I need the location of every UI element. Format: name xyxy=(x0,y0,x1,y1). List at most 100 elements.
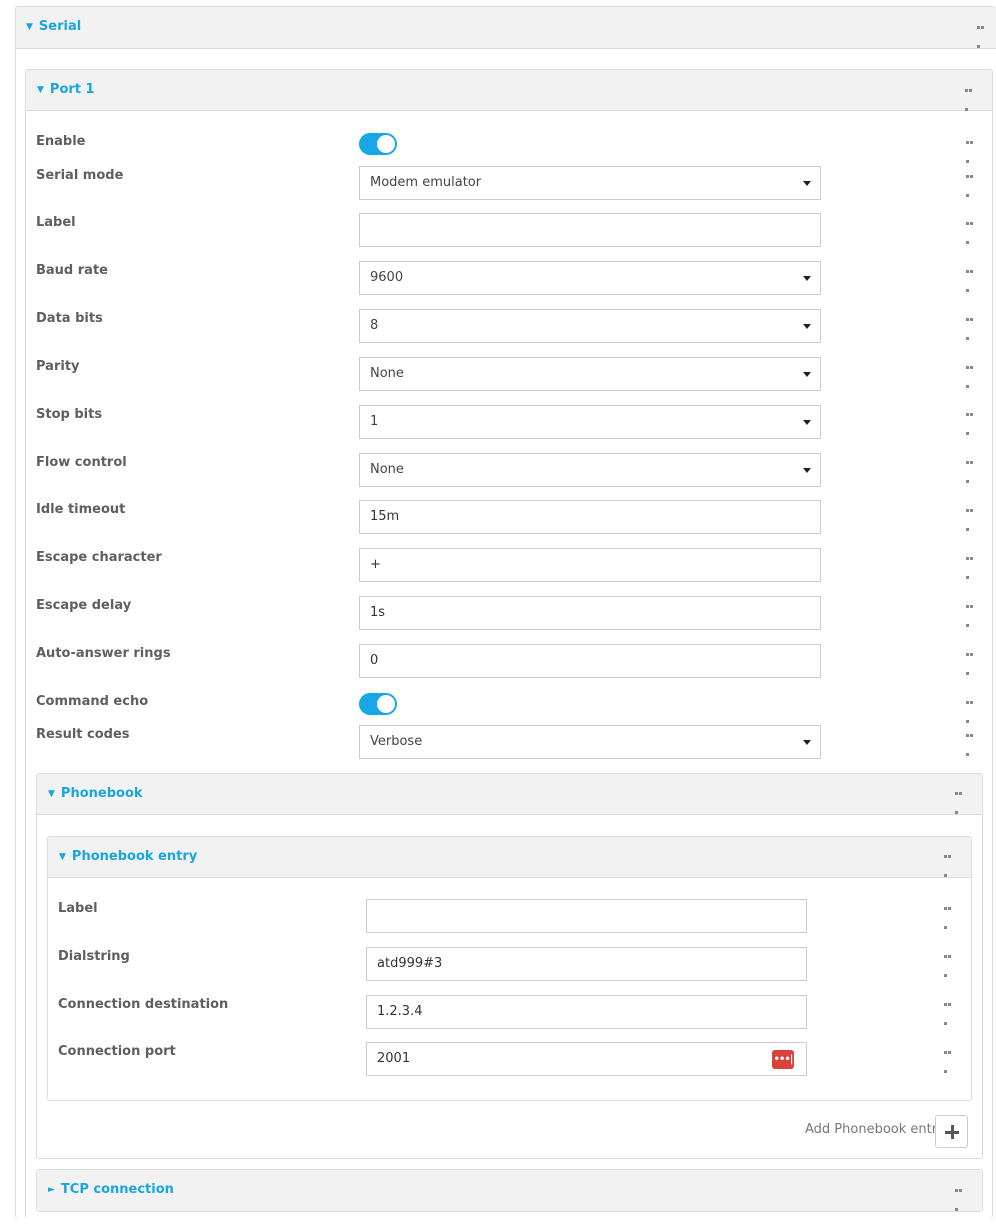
more-options-icon[interactable] xyxy=(966,318,977,340)
more-options-icon[interactable] xyxy=(944,1051,955,1073)
baud-rate-label: Baud rate xyxy=(36,263,108,278)
phonebook-header[interactable]: ▼ Phonebook xyxy=(37,774,982,815)
more-options-icon[interactable] xyxy=(966,701,977,723)
chevron-down-icon xyxy=(803,276,811,281)
escape-delay-value: 1s xyxy=(370,605,386,620)
baud-rate-value: 9600 xyxy=(370,270,404,285)
chevron-down-icon xyxy=(803,181,811,186)
expand-triangle-icon: ▼ xyxy=(48,789,55,799)
escape-character-value: + xyxy=(370,557,381,572)
dialstring-value: atd999#3 xyxy=(377,956,443,971)
entry-label-label: Label xyxy=(58,901,98,916)
dialstring-label: Dialstring xyxy=(58,949,130,964)
stop-bits-label: Stop bits xyxy=(36,407,103,422)
command-echo-toggle[interactable] xyxy=(359,693,397,715)
more-options-icon[interactable] xyxy=(965,89,976,111)
expand-triangle-icon: ▼ xyxy=(59,852,66,862)
stop-bits-value: 1 xyxy=(370,414,379,429)
more-options-icon[interactable] xyxy=(966,366,977,388)
serial-title[interactable]: ▼ Serial xyxy=(26,19,81,34)
more-options-icon[interactable] xyxy=(944,855,955,877)
chevron-down-icon xyxy=(803,420,811,425)
serial-mode-select[interactable]: Modem emulator xyxy=(359,166,821,200)
more-options-icon[interactable] xyxy=(966,734,977,756)
connection-destination-value: 1.2.3.4 xyxy=(377,1004,423,1019)
enable-toggle[interactable] xyxy=(359,133,397,155)
flow-control-label: Flow control xyxy=(36,455,127,470)
password-manager-icon[interactable]: •••| xyxy=(772,1050,794,1069)
plus-icon-vertical xyxy=(951,1125,954,1139)
expand-triangle-icon: ▼ xyxy=(37,85,44,95)
parity-label: Parity xyxy=(36,359,80,374)
escape-delay-label: Escape delay xyxy=(36,598,132,613)
command-echo-label: Command echo xyxy=(36,694,149,709)
expand-triangle-icon: ► xyxy=(48,1185,55,1195)
data-bits-select[interactable]: 8 xyxy=(359,309,821,343)
more-options-icon[interactable] xyxy=(966,653,977,675)
entry-label-input[interactable] xyxy=(366,899,807,933)
baud-rate-select[interactable]: 9600 xyxy=(359,261,821,295)
label-input[interactable] xyxy=(359,213,821,247)
more-options-icon[interactable] xyxy=(966,270,977,292)
chevron-down-icon xyxy=(803,468,811,473)
enable-label: Enable xyxy=(36,134,86,149)
result-codes-value: Verbose xyxy=(370,734,423,749)
escape-character-input[interactable]: + xyxy=(359,548,821,582)
connection-port-value: 2001 xyxy=(377,1051,411,1066)
serial-mode-label: Serial mode xyxy=(36,168,124,183)
more-options-icon[interactable] xyxy=(966,413,977,435)
add-phonebook-entry-button[interactable] xyxy=(935,1115,968,1148)
parity-select[interactable]: None xyxy=(359,357,821,391)
more-options-icon[interactable] xyxy=(966,461,977,483)
more-options-icon[interactable] xyxy=(966,222,977,244)
port-title[interactable]: ▼ Port 1 xyxy=(37,82,95,97)
more-options-icon[interactable] xyxy=(955,1189,966,1211)
more-options-icon[interactable] xyxy=(966,509,977,531)
serial-mode-value: Modem emulator xyxy=(370,175,482,190)
phonebook-entry-title[interactable]: ▼ Phonebook entry xyxy=(59,849,197,864)
stop-bits-select[interactable]: 1 xyxy=(359,405,821,439)
more-options-icon[interactable] xyxy=(944,907,955,929)
connection-destination-label: Connection destination xyxy=(58,997,229,1012)
result-codes-select[interactable]: Verbose xyxy=(359,725,821,759)
dialstring-input[interactable]: atd999#3 xyxy=(366,947,807,981)
idle-timeout-value: 15m xyxy=(370,509,400,524)
more-options-icon[interactable] xyxy=(966,557,977,579)
more-options-icon[interactable] xyxy=(977,26,988,48)
add-phonebook-entry-label: Add Phonebook entry xyxy=(805,1122,945,1137)
auto-answer-rings-label: Auto-answer rings xyxy=(36,646,171,661)
data-bits-value: 8 xyxy=(370,318,379,333)
flow-control-select[interactable]: None xyxy=(359,453,821,487)
connection-destination-input[interactable]: 1.2.3.4 xyxy=(366,995,807,1029)
more-options-icon[interactable] xyxy=(966,175,977,197)
connection-port-input[interactable]: 2001 •••| xyxy=(366,1042,807,1076)
idle-timeout-label: Idle timeout xyxy=(36,502,126,517)
toggle-knob xyxy=(377,135,395,153)
more-options-icon[interactable] xyxy=(944,1003,955,1025)
tcp-connection-header[interactable]: ► TCP connection xyxy=(37,1170,982,1211)
auto-answer-rings-value: 0 xyxy=(370,653,379,668)
chevron-down-icon xyxy=(803,372,811,377)
more-options-icon[interactable] xyxy=(955,792,966,814)
data-bits-label: Data bits xyxy=(36,311,103,326)
idle-timeout-input[interactable]: 15m xyxy=(359,500,821,534)
flow-control-value: None xyxy=(370,462,404,477)
phonebook-title[interactable]: ▼ Phonebook xyxy=(48,786,143,801)
expand-triangle-icon: ▼ xyxy=(26,22,33,32)
serial-header[interactable]: ▼ Serial xyxy=(16,7,996,49)
result-codes-label: Result codes xyxy=(36,727,130,742)
port-header[interactable]: ▼ Port 1 xyxy=(26,70,992,111)
auto-answer-rings-input[interactable]: 0 xyxy=(359,644,821,678)
chevron-down-icon xyxy=(803,324,811,329)
more-options-icon[interactable] xyxy=(966,141,977,163)
tcp-connection-title[interactable]: ► TCP connection xyxy=(48,1182,174,1197)
escape-delay-input[interactable]: 1s xyxy=(359,596,821,630)
phonebook-entry-header[interactable]: ▼ Phonebook entry xyxy=(48,837,971,878)
connection-port-label: Connection port xyxy=(58,1044,176,1059)
more-options-icon[interactable] xyxy=(966,605,977,627)
escape-character-label: Escape character xyxy=(36,550,162,565)
toggle-knob xyxy=(377,695,395,713)
label-label: Label xyxy=(36,215,76,230)
parity-value: None xyxy=(370,366,404,381)
more-options-icon[interactable] xyxy=(944,955,955,977)
